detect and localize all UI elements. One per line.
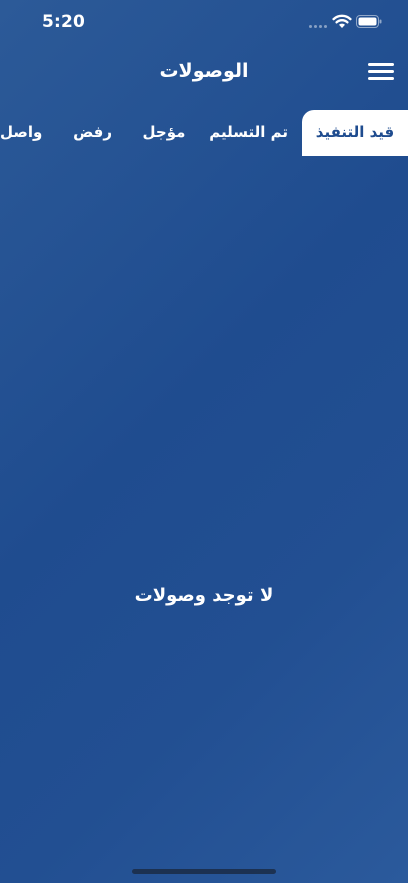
status-bar: 5:20 [0,0,408,44]
tab-rejected[interactable]: رفض [73,110,112,156]
tab-in-progress[interactable]: قيد التنفيذ [302,110,408,156]
home-indicator [132,869,276,874]
cellular-signal-icon [309,25,327,28]
tab-postponed[interactable]: مؤجل [140,110,188,156]
battery-icon [356,15,382,28]
app-header: الوصولات [0,50,408,94]
wifi-icon [332,14,352,28]
status-time: 5:20 [42,12,86,32]
menu-icon[interactable] [368,63,394,83]
tab-delivered[interactable]: تم التسليم [209,110,288,156]
tab-partial[interactable]: واصل ج [0,110,44,156]
page-title: الوصولات [159,60,249,82]
status-tabs: قيد التنفيذ تم التسليم مؤجل رفض واصل ج [0,110,408,156]
empty-state-message: لا توجد وصولات [134,585,274,606]
